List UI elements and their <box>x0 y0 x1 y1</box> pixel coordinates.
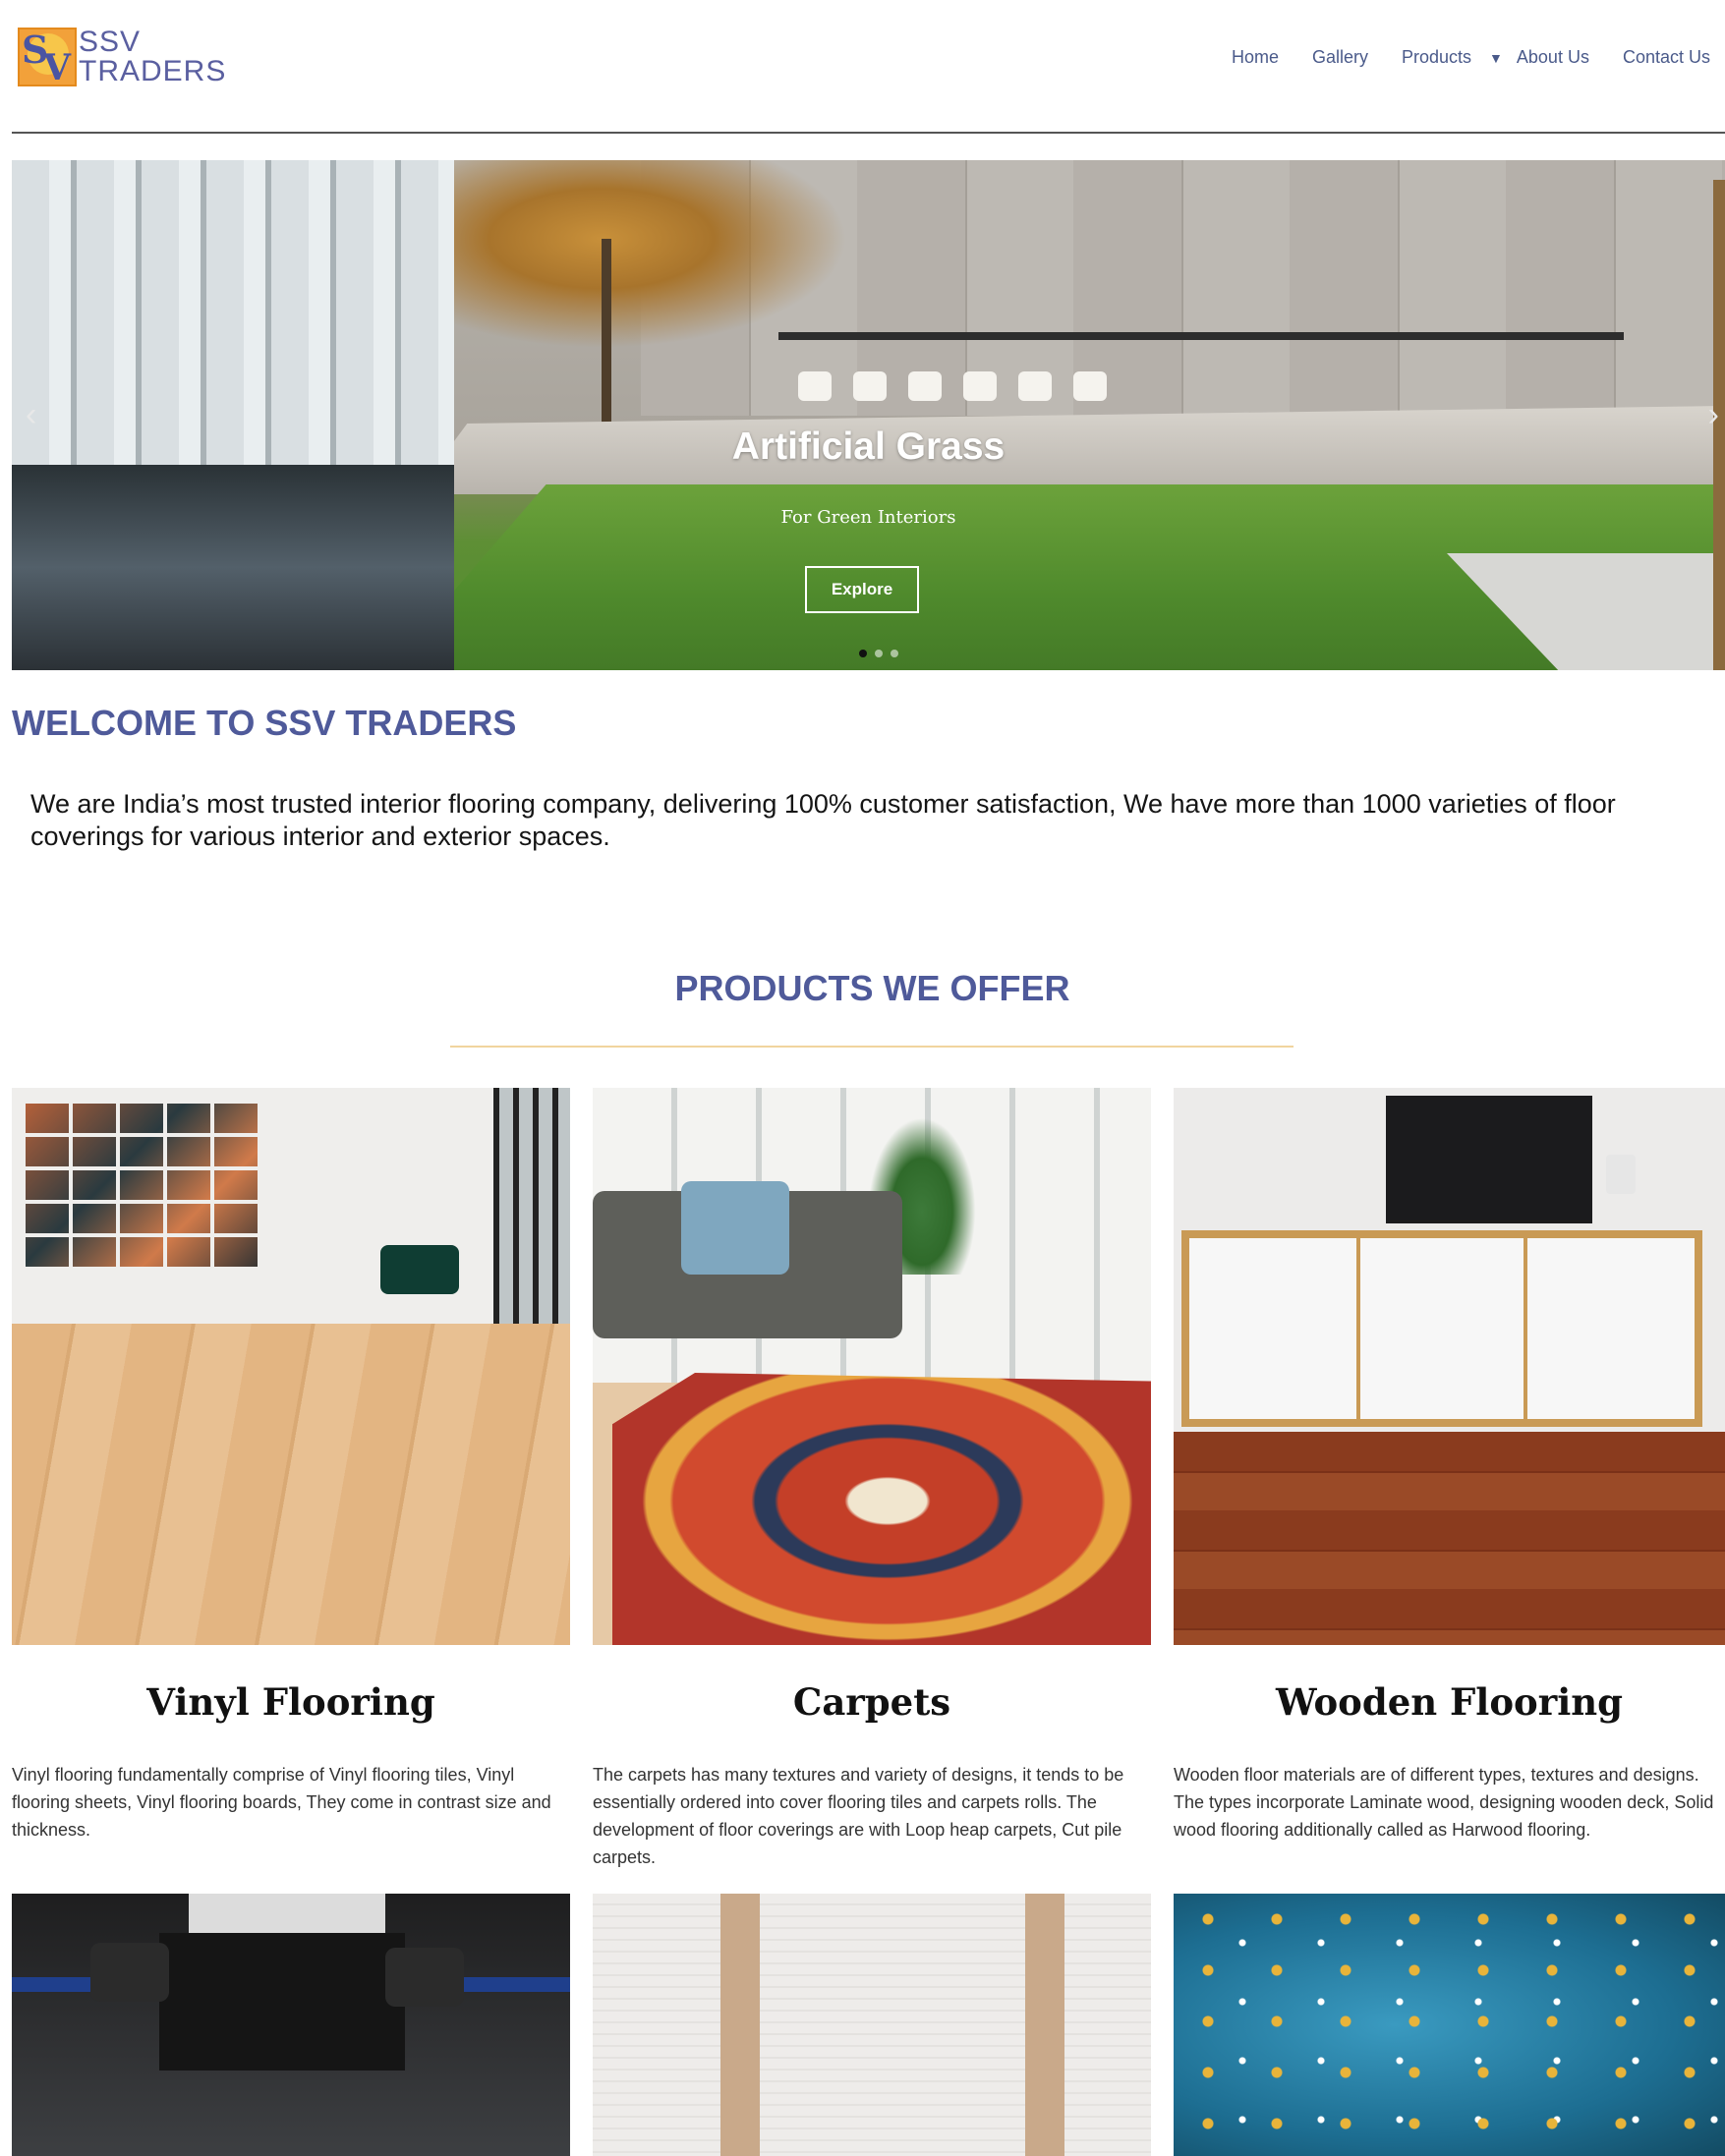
product-card-gym[interactable] <box>12 1894 570 2156</box>
explore-button[interactable]: Explore <box>805 566 919 613</box>
nav-about[interactable]: About Us <box>1517 47 1589 68</box>
carousel-dot-3[interactable] <box>891 650 898 657</box>
product-card-wallpaper[interactable] <box>1174 1894 1725 2156</box>
logo-icon: S V <box>18 28 77 88</box>
product-description: Wooden floor materials are of different … <box>1174 1765 1714 1840</box>
logo-line-1: SSV <box>79 26 142 58</box>
logo-line-2: TRADERS <box>79 55 227 87</box>
carousel-indicators <box>859 650 906 657</box>
wallpaper-image[interactable] <box>1174 1894 1725 2156</box>
chevron-left-icon[interactable]: ‹ <box>26 396 36 434</box>
product-description: The carpets has many textures and variet… <box>593 1765 1124 1867</box>
header-divider <box>12 132 1725 134</box>
product-description: Vinyl flooring fundamentally comprise of… <box>12 1765 551 1840</box>
logo[interactable]: S V SSV TRADERS <box>18 28 226 88</box>
product-name[interactable]: Wooden Flooring <box>1174 1680 1725 1724</box>
nav-gallery[interactable]: Gallery <box>1312 47 1368 68</box>
carousel-dot-1[interactable] <box>859 650 867 657</box>
nav-products[interactable]: Products <box>1402 47 1471 68</box>
blinds-image[interactable] <box>593 1894 1151 2156</box>
carousel-dot-2[interactable] <box>875 650 883 657</box>
nav-contact[interactable]: Contact Us <box>1623 47 1710 68</box>
logo-text: SSV TRADERS <box>79 28 226 86</box>
product-name[interactable]: Vinyl Flooring <box>12 1680 570 1724</box>
main-nav: Home Gallery Products ▼ About Us Contact… <box>1198 47 1710 68</box>
hero-subtitle: For Green Interiors <box>780 507 956 528</box>
carpets-image[interactable] <box>593 1088 1151 1645</box>
products-divider <box>450 1046 1294 1048</box>
welcome-text: We are India’s most trusted interior flo… <box>30 789 1616 851</box>
product-card-wooden[interactable]: Wooden Flooring Wooden floor materials a… <box>1174 1088 1725 1844</box>
hero-title: Artificial Grass <box>731 426 1006 468</box>
product-card-blinds[interactable] <box>593 1894 1151 2156</box>
hero-carousel[interactable]: Artificial Grass For Green Interiors Exp… <box>12 160 1725 670</box>
product-card-carpets[interactable]: Carpets The carpets has many textures an… <box>593 1088 1151 1871</box>
product-card-vinyl[interactable]: Vinyl Flooring Vinyl flooring fundamenta… <box>12 1088 570 1844</box>
vinyl-flooring-image[interactable] <box>12 1088 570 1645</box>
product-name[interactable]: Carpets <box>593 1680 1151 1724</box>
gym-flooring-image[interactable] <box>12 1894 570 2156</box>
chevron-right-icon[interactable]: › <box>1708 396 1719 434</box>
site-header: S V SSV TRADERS Home Gallery Products ▼ … <box>0 0 1725 134</box>
hero-caption: Artificial Grass For Green Interiors Exp… <box>12 160 1725 670</box>
wooden-flooring-image[interactable] <box>1174 1088 1725 1645</box>
products-title: PRODUCTS WE OFFER <box>674 968 1070 1008</box>
welcome-title: WELCOME TO SSV TRADERS <box>12 703 517 743</box>
nav-home[interactable]: Home <box>1232 47 1279 68</box>
chevron-down-icon[interactable]: ▼ <box>1489 50 1503 66</box>
